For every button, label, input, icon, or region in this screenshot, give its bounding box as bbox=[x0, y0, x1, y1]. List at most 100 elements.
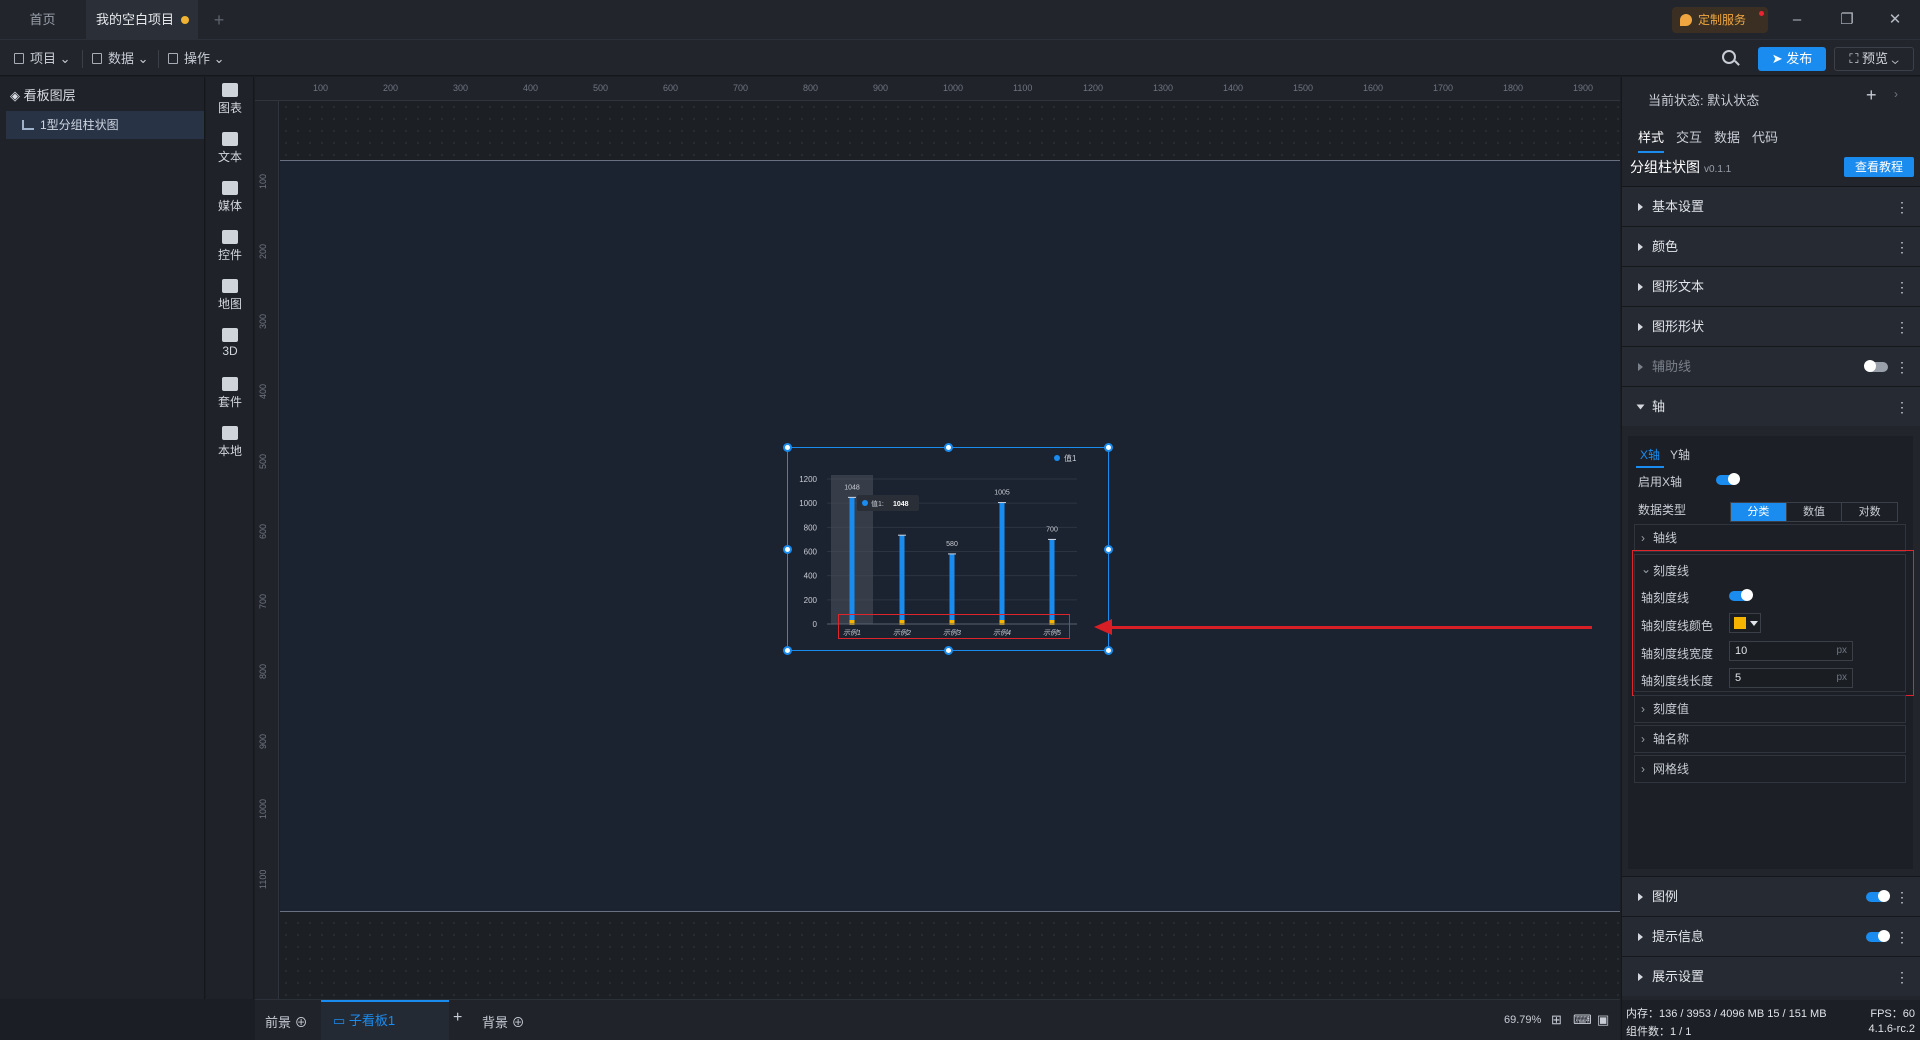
data-type-log[interactable]: 对数 bbox=[1841, 503, 1897, 521]
menu-project[interactable]: 项目 ⌄ bbox=[14, 48, 71, 70]
section-axis[interactable]: 轴 ⋮ bbox=[1622, 386, 1920, 426]
menu-ops[interactable]: 操作 ⌄ bbox=[168, 48, 225, 70]
subsection-axis-name[interactable]: › 轴名称 bbox=[1634, 725, 1906, 753]
ruler-tick-label: 400 bbox=[523, 83, 539, 93]
subsection-grid[interactable]: › 网格线 bbox=[1634, 755, 1906, 783]
tab-foreground[interactable]: 前景 ⊕ bbox=[265, 1012, 308, 1031]
ruler-tick-label: 1400 bbox=[1223, 83, 1244, 93]
resize-handle[interactable] bbox=[1104, 646, 1113, 655]
close-button[interactable]: ✕ bbox=[1870, 0, 1920, 40]
control-icon bbox=[222, 230, 238, 244]
tab-home[interactable]: 首页 bbox=[0, 0, 85, 40]
menu-data[interactable]: 数据 ⌄ bbox=[92, 48, 149, 70]
component-label: 媒体 bbox=[217, 199, 242, 213]
more-icon[interactable]: ⋮ bbox=[1895, 957, 1909, 997]
resize-handle[interactable] bbox=[783, 545, 792, 554]
restore-button[interactable]: ❐ bbox=[1822, 0, 1872, 40]
subsection-axis-line[interactable]: › 轴线 bbox=[1634, 524, 1906, 552]
terminal-icon[interactable]: ▣ bbox=[1597, 1012, 1609, 1028]
tab-style[interactable]: 样式 bbox=[1638, 127, 1665, 153]
section-basic[interactable]: 基本设置 ⋮ bbox=[1622, 186, 1920, 226]
more-icon[interactable]: ⋮ bbox=[1895, 187, 1909, 227]
tooltip-toggle[interactable] bbox=[1866, 930, 1890, 942]
component-title-label: 分组柱状图 bbox=[1630, 159, 1700, 175]
title-bar: 首页 我的空白项目 + 定制服务 – ❐ ✕ bbox=[0, 0, 1920, 40]
section-color[interactable]: 颜色 ⋮ bbox=[1622, 226, 1920, 266]
resize-handle[interactable] bbox=[944, 443, 953, 452]
file-icon bbox=[14, 53, 24, 64]
ruler-tick-label: 400 bbox=[258, 383, 268, 399]
add-board-button[interactable]: + bbox=[453, 1009, 462, 1027]
bottom-bar: 前景 ⊕ ▭ 子看板1 + 背景 ⊕ 69.79% ⊞ ⌨ ▣ bbox=[255, 999, 1620, 1040]
resize-handle[interactable] bbox=[1104, 545, 1113, 554]
resize-handle[interactable] bbox=[944, 646, 953, 655]
component-kit[interactable]: 套件 bbox=[206, 371, 254, 421]
map-icon bbox=[222, 279, 238, 293]
more-icon[interactable]: ⋮ bbox=[1895, 307, 1909, 347]
more-icon[interactable]: ⋮ bbox=[1895, 877, 1909, 917]
section-tooltip[interactable]: 提示信息 ⋮ bbox=[1622, 916, 1920, 956]
section-legend[interactable]: 图例 ⋮ bbox=[1622, 876, 1920, 916]
tab-interaction[interactable]: 交互 bbox=[1676, 127, 1702, 151]
tutorial-button[interactable]: 查看教程 bbox=[1844, 157, 1914, 177]
tab-background[interactable]: 背景 ⊕ bbox=[482, 1012, 525, 1031]
resize-handle[interactable] bbox=[783, 646, 792, 655]
more-icon[interactable]: ⋮ bbox=[1895, 347, 1909, 387]
publish-label: 发布 bbox=[1786, 51, 1813, 66]
layer-item[interactable]: 1型分组柱状图 bbox=[6, 111, 204, 139]
component-control[interactable]: 控件 bbox=[206, 224, 254, 274]
preview-button[interactable]: ⛶ 预览 ⌄ bbox=[1834, 47, 1914, 71]
section-shape-text[interactable]: 图形文本 ⋮ bbox=[1622, 266, 1920, 306]
fit-icon[interactable]: ⊞ bbox=[1551, 1012, 1562, 1028]
chevron-right-icon[interactable]: › bbox=[1894, 87, 1898, 101]
component-media[interactable]: 媒体 bbox=[206, 175, 254, 225]
publish-button[interactable]: ➤ 发布 bbox=[1758, 47, 1826, 71]
legend-toggle[interactable] bbox=[1866, 890, 1890, 902]
resize-handle[interactable] bbox=[1104, 443, 1113, 452]
enable-x-toggle[interactable] bbox=[1716, 473, 1740, 485]
chart-icon bbox=[222, 83, 238, 97]
section-guide[interactable]: 辅助线 ⋮ bbox=[1622, 346, 1920, 386]
annotation-arrow-line bbox=[1110, 626, 1592, 629]
caret-right-icon bbox=[1638, 323, 1643, 331]
component-text[interactable]: 文本 bbox=[206, 126, 254, 176]
more-icon[interactable]: ⋮ bbox=[1895, 387, 1909, 427]
tab-code[interactable]: 代码 bbox=[1752, 127, 1778, 151]
keyboard-icon[interactable]: ⌨ bbox=[1573, 1012, 1592, 1028]
component-3d[interactable]: 3D bbox=[206, 322, 254, 372]
tab-background-label: 背景 bbox=[482, 1015, 509, 1030]
component-map[interactable]: 地图 bbox=[206, 273, 254, 323]
search-icon[interactable] bbox=[1722, 50, 1736, 64]
ruler-tick-label: 100 bbox=[258, 173, 268, 189]
subsection-label: 轴名称 bbox=[1653, 732, 1690, 746]
tab-x-axis[interactable]: X轴 bbox=[1636, 446, 1665, 468]
component-local[interactable]: 本地 bbox=[206, 420, 254, 470]
subsection-tick-value[interactable]: › 刻度值 bbox=[1634, 695, 1906, 723]
tab-data[interactable]: 数据 bbox=[1714, 127, 1740, 151]
minimize-button[interactable]: – bbox=[1772, 0, 1822, 40]
section-shape[interactable]: 图形形状 ⋮ bbox=[1622, 306, 1920, 346]
add-tab-button[interactable]: + bbox=[206, 0, 232, 40]
more-icon[interactable]: ⋮ bbox=[1895, 267, 1909, 307]
caret-down-icon bbox=[1636, 404, 1645, 410]
section-display[interactable]: 展示设置 ⋮ bbox=[1622, 956, 1920, 996]
state-value: 默认状态 bbox=[1707, 93, 1760, 108]
state-label: 当前状态: bbox=[1648, 93, 1704, 108]
zoom-level[interactable]: 69.79% bbox=[1504, 1014, 1541, 1026]
more-icon[interactable]: ⋮ bbox=[1895, 917, 1909, 957]
add-state-button[interactable]: + bbox=[1866, 85, 1877, 106]
custom-service-button[interactable]: 定制服务 bbox=[1672, 7, 1768, 33]
tab-sub-board[interactable]: ▭ 子看板1 bbox=[321, 1000, 449, 1040]
component-chart[interactable]: 图表 bbox=[206, 77, 254, 127]
data-type-value[interactable]: 数值 bbox=[1785, 503, 1842, 521]
data-type-category[interactable]: 分类 bbox=[1731, 503, 1786, 521]
guide-toggle[interactable] bbox=[1864, 360, 1888, 372]
more-icon[interactable]: ⋮ bbox=[1895, 227, 1909, 267]
cube-icon bbox=[222, 328, 238, 342]
tab-y-axis[interactable]: Y轴 bbox=[1670, 446, 1690, 463]
ruler-tick-label: 1500 bbox=[1293, 83, 1314, 93]
component-label: 套件 bbox=[217, 395, 242, 409]
resize-handle[interactable] bbox=[783, 443, 792, 452]
tab-project[interactable]: 我的空白项目 bbox=[86, 0, 198, 40]
component-sidebar: 图表 文本 媒体 控件 地图 3D 套件 本地 bbox=[206, 77, 254, 999]
